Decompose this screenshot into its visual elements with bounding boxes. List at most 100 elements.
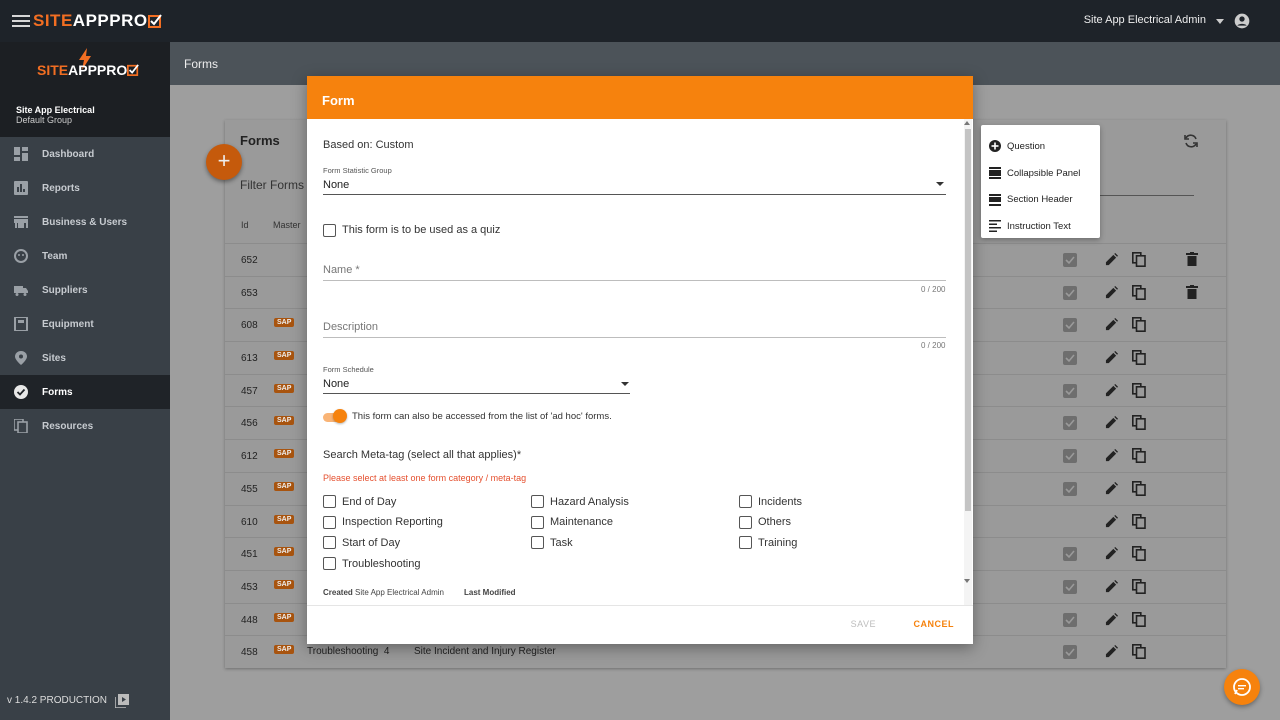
copy-icon[interactable] [1132,611,1146,627]
copy-icon[interactable] [1132,415,1146,431]
user-name[interactable]: Site App Electrical Admin [1084,14,1206,26]
edit-icon[interactable] [1105,579,1118,593]
sidebar-item-equipment[interactable]: Equipment [0,307,170,341]
meta-tag-checkbox[interactable] [739,536,752,550]
scroll-up-icon[interactable] [964,121,970,125]
meta-tag-option[interactable]: Hazard Analysis [531,495,629,508]
master-checkbox[interactable] [1063,481,1077,496]
meta-tag-option[interactable]: Training [739,536,797,550]
master-checkbox[interactable] [1063,645,1077,660]
edit-icon[interactable] [1105,285,1118,299]
save-button[interactable]: SAVE [851,619,876,629]
quiz-checkbox[interactable] [323,224,336,237]
master-checkbox[interactable] [1063,285,1077,300]
meta-tag-checkbox[interactable] [531,515,544,529]
row-id: 451 [241,549,258,561]
copy-icon[interactable] [1132,644,1146,660]
meta-tag-option[interactable]: Maintenance [531,515,613,529]
delete-icon[interactable] [1186,284,1198,299]
adhoc-toggle-knob[interactable] [333,409,347,423]
copy-icon[interactable] [1132,350,1146,366]
sidebar-item-business-users[interactable]: Business & Users [0,205,170,239]
filter-input[interactable]: Filter Forms [240,178,304,192]
copy-icon[interactable] [1132,317,1146,333]
meta-tag-option[interactable]: Incidents [739,495,802,508]
meta-tag-checkbox[interactable] [531,495,544,508]
edit-icon[interactable] [1105,383,1118,397]
meta-tag-checkbox[interactable] [323,515,336,529]
meta-tag-checkbox[interactable] [323,536,336,550]
schedule-select[interactable]: None [323,378,349,390]
copy-icon[interactable] [1132,448,1146,464]
chevron-down-icon[interactable] [1216,19,1224,24]
delete-icon[interactable] [1186,252,1198,266]
master-checkbox[interactable] [1063,383,1077,398]
video-library-icon[interactable] [115,694,129,708]
edit-icon[interactable] [1105,253,1118,266]
edit-icon[interactable] [1105,351,1118,364]
copy-icon[interactable] [1132,284,1146,300]
edit-icon[interactable] [1105,318,1118,331]
sidebar-item-suppliers[interactable]: Suppliers [0,273,170,307]
master-checkbox[interactable] [1063,449,1077,464]
edit-icon[interactable] [1105,449,1118,462]
meta-tag-option[interactable]: Start of Day [323,536,400,550]
copy-icon[interactable] [1132,513,1146,529]
meta-tag-checkbox[interactable] [323,557,336,571]
master-checkbox[interactable] [1063,253,1077,267]
copy-icon[interactable] [1132,546,1146,562]
meta-tag-option[interactable]: Others [739,515,791,529]
stat-group-select[interactable]: None [323,179,349,191]
chat-button[interactable] [1224,669,1260,705]
master-checkbox[interactable] [1063,351,1077,366]
sidebar-item-reports[interactable]: Reports [0,171,170,205]
scrollbar-thumb[interactable] [965,129,971,511]
app-logo[interactable]: SITEAPPPRO [33,11,162,31]
column-header-id[interactable]: Id [241,220,249,230]
copy-icon[interactable] [1132,382,1146,398]
menu-item-question[interactable]: Question [981,133,1100,160]
master-checkbox[interactable] [1063,612,1077,627]
master-checkbox[interactable] [1063,547,1077,562]
master-checkbox[interactable] [1063,416,1077,431]
description-field[interactable]: Description [323,321,378,333]
meta-tag-checkbox[interactable] [739,495,752,508]
chevron-down-icon[interactable] [936,182,944,186]
edit-icon[interactable] [1105,612,1118,626]
sidebar-item-sites[interactable]: Sites [0,341,170,375]
meta-tag-checkbox[interactable] [739,515,752,529]
add-form-button[interactable]: + [206,144,242,180]
meta-tag-checkbox[interactable] [531,536,544,550]
meta-tag-option[interactable]: Troubleshooting [323,557,420,571]
meta-tag-option[interactable]: Task [531,536,573,550]
master-checkbox[interactable] [1063,318,1077,333]
copy-icon[interactable] [1132,578,1146,594]
sidebar-item-resources[interactable]: Resources [0,409,170,443]
cancel-button[interactable]: CANCEL [914,619,955,629]
meta-tag-option[interactable]: Inspection Reporting [323,515,443,529]
chevron-down-icon[interactable] [621,382,629,386]
refresh-icon[interactable] [1183,133,1199,149]
edit-icon[interactable] [1105,514,1118,528]
sidebar-item-forms[interactable]: Forms [0,375,170,409]
edit-icon[interactable] [1105,645,1118,658]
edit-icon[interactable] [1105,547,1118,560]
sidebar-item-dashboard[interactable]: Dashboard [0,137,170,171]
sidebar-item-label: Suppliers [42,284,88,296]
name-field[interactable]: Name * [323,264,360,276]
edit-icon[interactable] [1105,416,1118,429]
menu-item-collapsible-panel[interactable]: Collapsible Panel [981,160,1100,187]
menu-icon[interactable] [12,12,30,30]
master-checkbox[interactable] [1063,579,1077,594]
copy-icon[interactable] [1132,480,1146,496]
meta-tag-option[interactable]: End of Day [323,495,396,508]
scroll-down-icon[interactable] [964,579,970,583]
column-header-master[interactable]: Master [273,220,301,230]
meta-tag-checkbox[interactable] [323,495,336,508]
account-circle-icon[interactable] [1234,13,1250,29]
sidebar-item-team[interactable]: Team [0,239,170,273]
copy-icon[interactable] [1132,252,1146,267]
menu-item-section-header[interactable]: Section Header [981,186,1100,213]
edit-icon[interactable] [1105,481,1118,495]
menu-item-instruction-text[interactable]: Instruction Text [981,213,1100,240]
